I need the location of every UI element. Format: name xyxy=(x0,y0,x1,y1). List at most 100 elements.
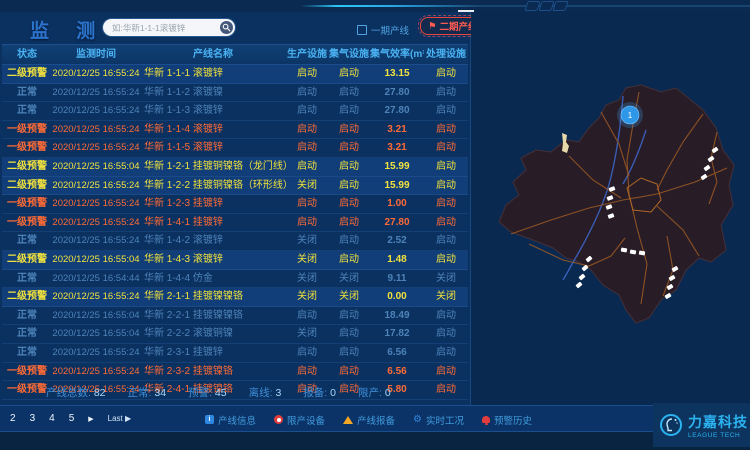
page-button[interactable]: 5 xyxy=(69,413,75,424)
production-facility-cell: 启动 xyxy=(286,84,328,102)
treatment-cell: 启动 xyxy=(424,84,468,102)
summary-value: 34 xyxy=(154,387,166,399)
time-cell: 2020/12/25 16:55:04 xyxy=(52,307,140,325)
table-row[interactable]: 二级预警 2020/12/25 16:55:24 华新 1-2-2 挂镀铜镍铬（… xyxy=(2,177,468,196)
table-row[interactable]: 二级预警 2020/12/25 16:55:24 华新 2-1-1 挂镀镍镍铬 … xyxy=(2,288,468,307)
table-row[interactable]: 一级预警 2020/12/25 16:55:24 华新 1-2-3 挂镀锌 启动… xyxy=(2,195,468,214)
line-name-cell: 华新 1-1-5 滚镀锌 xyxy=(140,139,286,157)
line-name-cell: 华新 1-1-3 滚镀锌 xyxy=(140,102,286,120)
search-box[interactable] xyxy=(103,19,235,36)
status-cell: 正常 xyxy=(2,307,52,325)
status-cell: 二级预警 xyxy=(2,251,52,269)
line-name-cell: 华新 2-3-2 挂镀镍铬 xyxy=(140,363,286,381)
cluster-marker[interactable]: 1 xyxy=(617,102,643,128)
footer-legend: 产线信息 限产设备 产线报备 实时工况 预警历史 xyxy=(205,406,532,433)
page-button[interactable]: 4 xyxy=(49,413,55,424)
legend-button[interactable]: 产线报备 xyxy=(343,413,395,427)
column-header: 集气效率(m³/s) xyxy=(370,45,424,64)
page-button[interactable]: 3 xyxy=(30,413,36,424)
alarm-icon xyxy=(482,416,490,423)
table-row[interactable]: 正常 2020/12/25 16:55:04 华新 2-2-2 滚镀铜镍 关闭 … xyxy=(2,325,468,344)
checkbox-icon[interactable] xyxy=(357,25,367,35)
table-row[interactable]: 二级预警 2020/12/25 16:55:04 华新 1-2-1 挂镀铜镍铬（… xyxy=(2,158,468,177)
monitor-table: 状态监测时间产线名称生产设施集气设施集气效率(m³/s)处理设施 二级预警 20… xyxy=(2,44,468,400)
status-cell: 一级预警 xyxy=(2,381,52,399)
column-header: 生产设施 xyxy=(286,45,328,64)
table-row[interactable]: 一级预警 2020/12/25 16:55:24 华新 1-1-5 滚镀锌 启动… xyxy=(2,139,468,158)
status-cell: 二级预警 xyxy=(2,65,52,83)
treatment-cell: 关闭 xyxy=(424,270,468,288)
status-cell: 一级预警 xyxy=(2,363,52,381)
time-cell: 2020/12/25 16:55:24 xyxy=(52,344,140,362)
line-name-cell: 华新 1-2-2 挂镀铜镍铬（环形线） xyxy=(140,177,286,195)
table-row[interactable]: 二级预警 2020/12/25 16:55:04 华新 1-4-3 滚镀锌 关闭… xyxy=(2,251,468,270)
time-cell: 2020/12/25 16:55:24 xyxy=(52,121,140,139)
line-name-cell: 华新 1-1-2 滚镀镍 xyxy=(140,84,286,102)
table-row[interactable]: 正常 2020/12/25 16:55:24 华新 1-4-2 滚镀锌 关闭 启… xyxy=(2,232,468,251)
status-cell: 一级预警 xyxy=(2,121,52,139)
line-name-cell: 华新 2-3-1 挂镀锌 xyxy=(140,344,286,362)
page-button[interactable]: Last ▶ xyxy=(108,414,132,423)
production-facility-cell: 关闭 xyxy=(286,270,328,288)
district-map[interactable]: 1 xyxy=(471,12,750,405)
summary-bar: 产线总数82 正常34 预警45 离线3 报备0 限产0 xyxy=(46,385,391,400)
table-row[interactable]: 二级预警 2020/12/25 16:55:24 华新 1-1-1 滚镀锌 启动… xyxy=(2,65,468,84)
treatment-cell: 关闭 xyxy=(424,288,468,306)
legend-button[interactable]: 实时工况 xyxy=(413,413,464,427)
table-row[interactable]: 正常 2020/12/25 16:55:04 华新 2-2-1 挂镀镍镍铬 启动… xyxy=(2,307,468,326)
summary-label: 报备 xyxy=(303,387,330,399)
summary-item: 离线3 xyxy=(249,385,282,400)
efficiency-cell: 0.00 xyxy=(370,288,424,306)
work-icon xyxy=(413,415,422,425)
summary-label: 离线 xyxy=(249,387,276,399)
line-name-cell: 华新 1-4-3 滚镀锌 xyxy=(140,251,286,269)
legend-button[interactable]: 产线信息 xyxy=(205,413,256,427)
treatment-cell: 启动 xyxy=(424,121,468,139)
gas-collection-cell: 启动 xyxy=(328,307,370,325)
status-cell: 正常 xyxy=(2,270,52,288)
map-panel[interactable]: 1 xyxy=(471,12,750,405)
treatment-cell: 启动 xyxy=(424,381,468,399)
header-decoration-line xyxy=(0,5,750,7)
production-facility-cell: 启动 xyxy=(286,344,328,362)
line-name-cell: 华新 1-1-4 滚镀锌 xyxy=(140,121,286,139)
treatment-cell: 启动 xyxy=(424,102,468,120)
table-row[interactable]: 正常 2020/12/25 16:55:24 华新 1-1-3 滚镀锌 启动 启… xyxy=(2,102,468,121)
table-row[interactable]: 正常 2020/12/25 16:55:24 华新 2-3-1 挂镀锌 启动 启… xyxy=(2,344,468,363)
search-icon[interactable] xyxy=(220,21,233,34)
page-button[interactable]: 2 xyxy=(10,413,16,424)
gas-collection-cell: 启动 xyxy=(328,65,370,83)
status-cell: 正常 xyxy=(2,232,52,250)
production-facility-cell: 启动 xyxy=(286,363,328,381)
table-row[interactable]: 一级预警 2020/12/25 16:55:24 华新 1-4-1 挂镀锌 启动… xyxy=(2,214,468,233)
table-row[interactable]: 一级预警 2020/12/25 16:55:24 华新 1-1-4 滚镀锌 启动… xyxy=(2,121,468,140)
table-row[interactable]: 一级预警 2020/12/25 16:55:24 华新 2-3-2 挂镀镍铬 启… xyxy=(2,363,468,382)
summary-label: 产线总数 xyxy=(46,387,94,399)
production-facility-cell: 启动 xyxy=(286,121,328,139)
legend-label: 实时工况 xyxy=(426,413,464,427)
time-cell: 2020/12/25 16:55:24 xyxy=(52,177,140,195)
table-row[interactable]: 正常 2020/12/25 16:54:44 华新 1-4-4 仿金 关闭 关闭… xyxy=(2,270,468,289)
page-button[interactable]: ▶ xyxy=(88,415,93,423)
time-cell: 2020/12/25 16:55:24 xyxy=(52,288,140,306)
production-facility-cell: 关闭 xyxy=(286,177,328,195)
limit-icon xyxy=(274,415,283,424)
phase1-checkbox[interactable]: 一期产线 xyxy=(357,23,409,37)
legend-button[interactable]: 预警历史 xyxy=(482,413,532,427)
time-cell: 2020/12/25 16:55:24 xyxy=(52,84,140,102)
column-header: 产线名称 xyxy=(140,45,286,64)
treatment-cell: 启动 xyxy=(424,325,468,343)
table-row[interactable]: 正常 2020/12/25 16:55:24 华新 1-1-2 滚镀镍 启动 启… xyxy=(2,84,468,103)
table-header: 状态监测时间产线名称生产设施集气设施集气效率(m³/s)处理设施 xyxy=(2,44,468,65)
summary-label: 限产 xyxy=(358,387,385,399)
production-facility-cell: 关闭 xyxy=(286,288,328,306)
summary-item: 产线总数82 xyxy=(46,385,106,400)
search-input[interactable] xyxy=(103,23,220,33)
legend-button[interactable]: 限产设备 xyxy=(274,413,325,427)
treatment-cell: 启动 xyxy=(424,251,468,269)
efficiency-cell: 6.56 xyxy=(370,344,424,362)
status-cell: 正常 xyxy=(2,344,52,362)
gas-collection-cell: 启动 xyxy=(328,232,370,250)
production-facility-cell: 启动 xyxy=(286,214,328,232)
time-cell: 2020/12/25 16:55:24 xyxy=(52,102,140,120)
